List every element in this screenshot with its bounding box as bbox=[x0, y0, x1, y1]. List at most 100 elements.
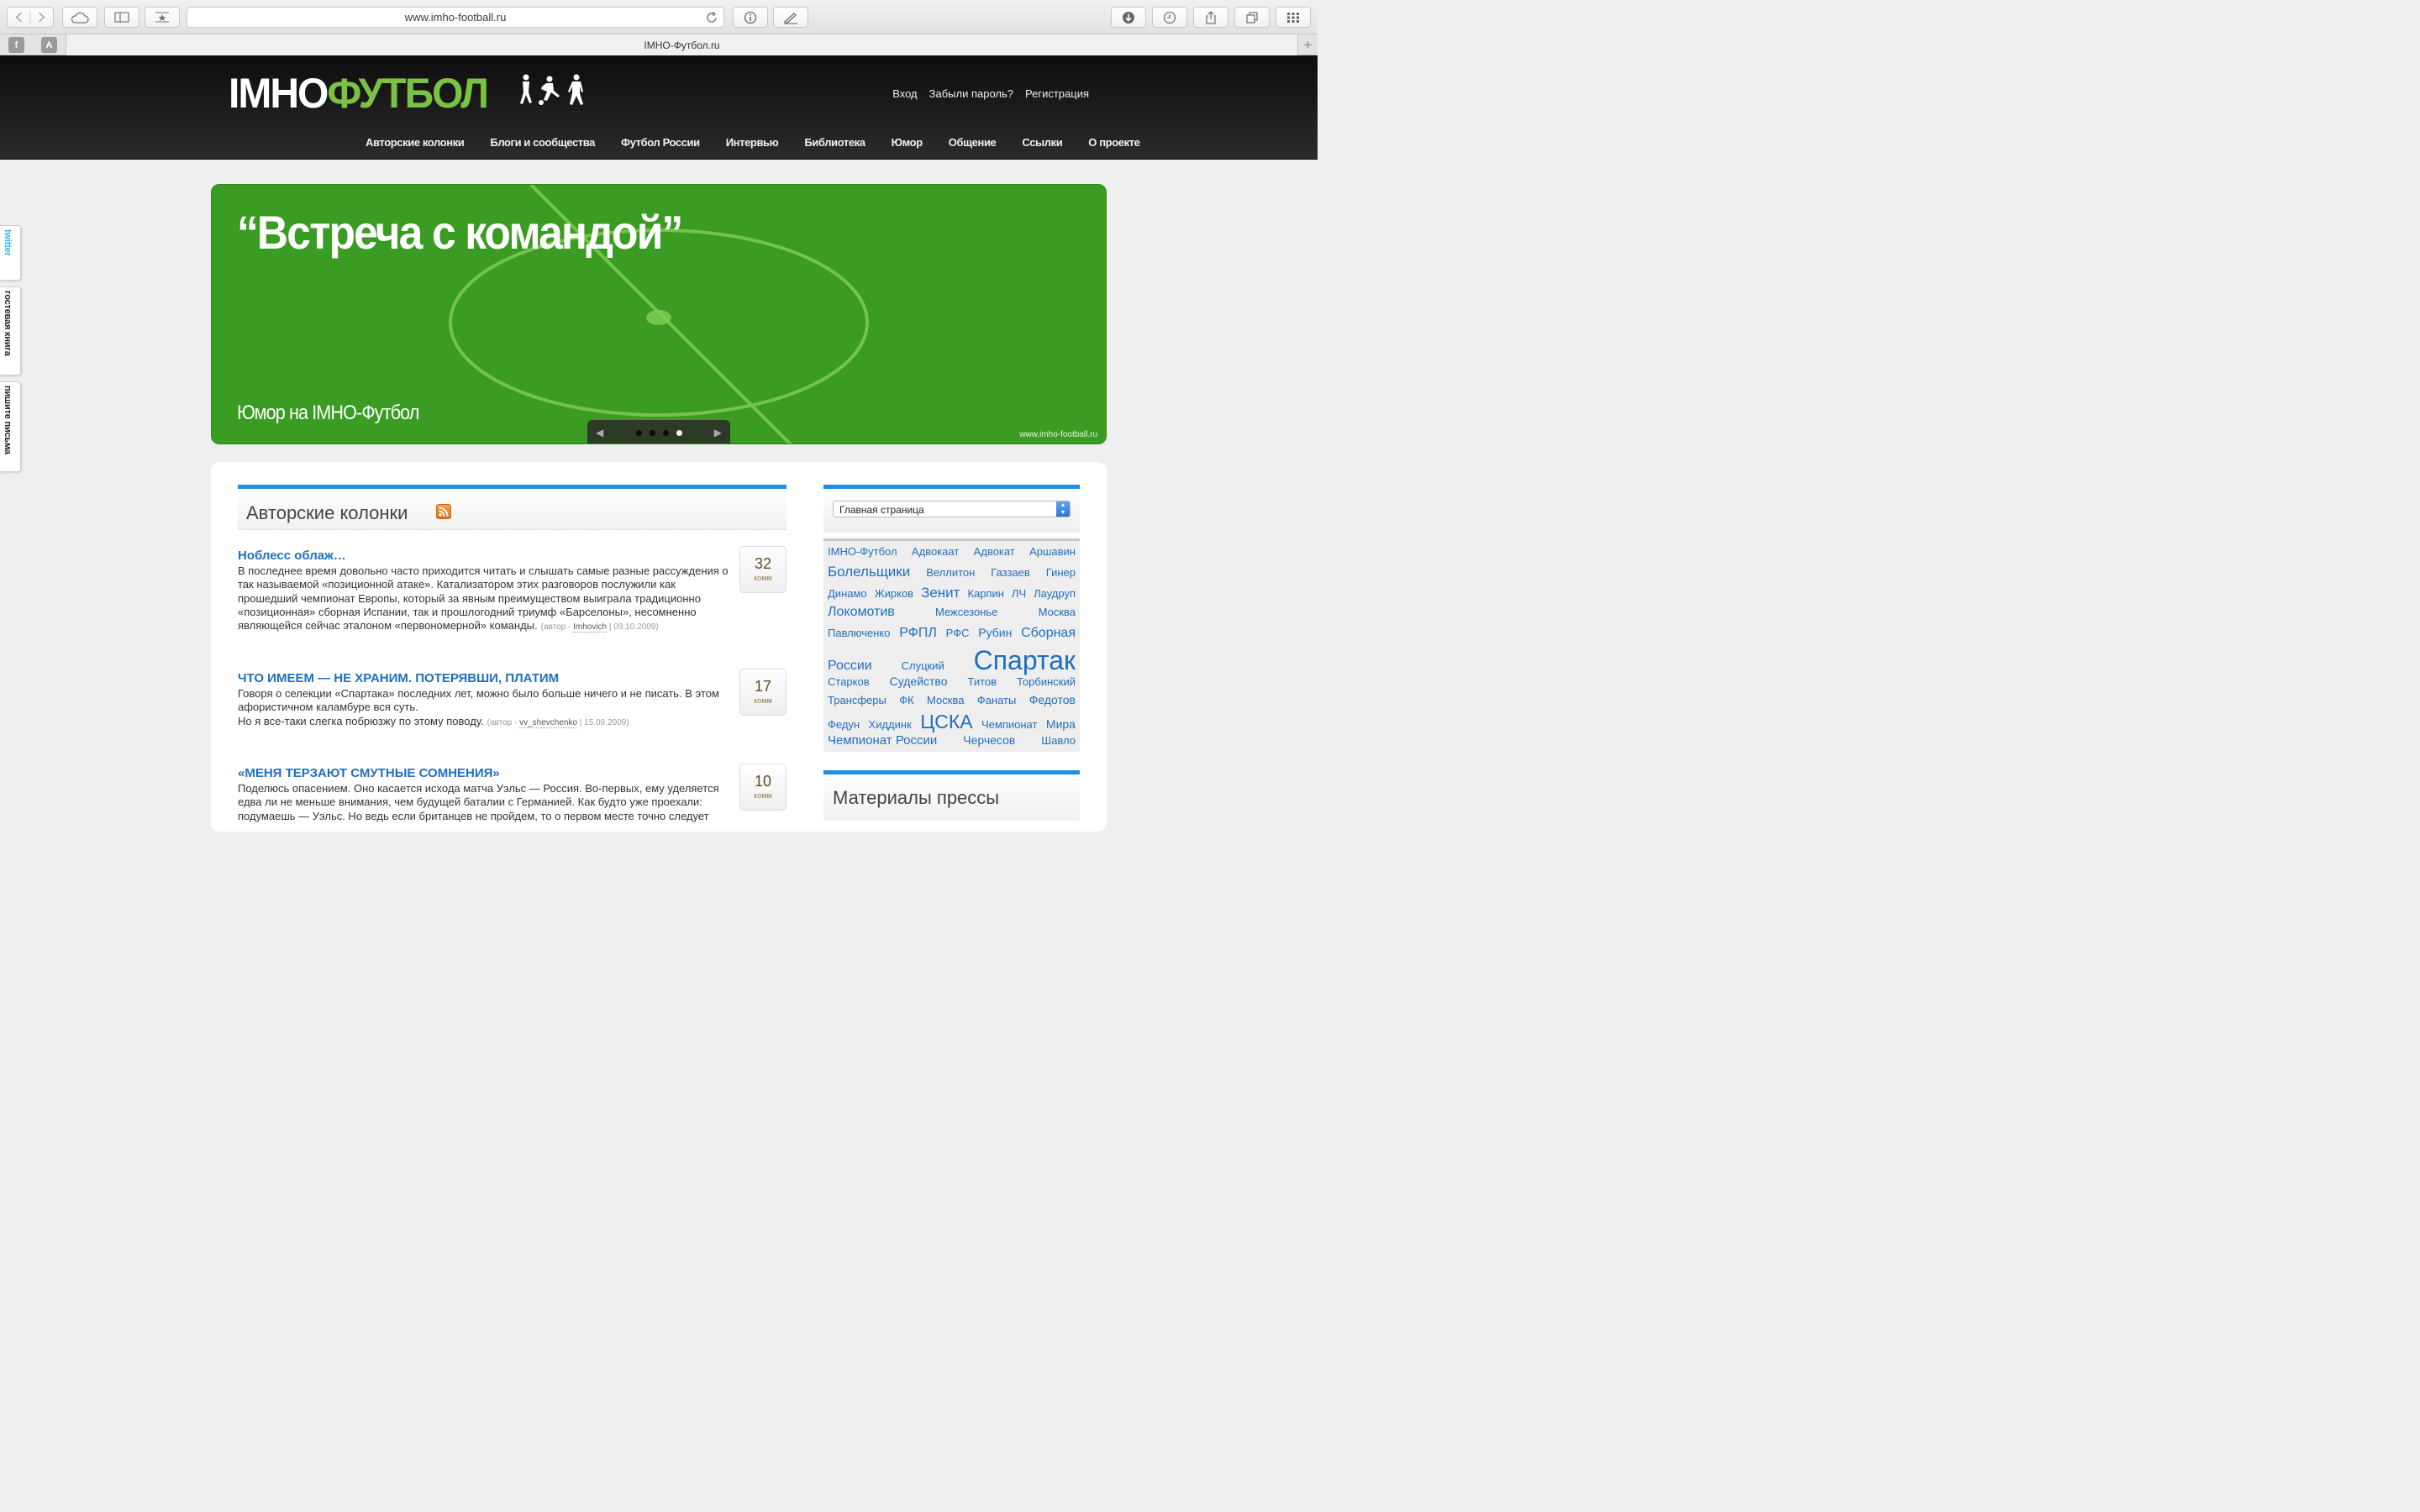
tag-link[interactable]: Сборная bbox=[1021, 627, 1076, 640]
slider-dot[interactable] bbox=[649, 429, 655, 436]
share-icon[interactable] bbox=[1193, 7, 1228, 28]
tag-link[interactable]: Фанаты bbox=[977, 695, 1017, 706]
tag-link[interactable]: ФК bbox=[899, 695, 913, 706]
slider-prev-icon[interactable]: ◀ bbox=[596, 427, 603, 438]
address-bar[interactable]: www.imho-football.ru bbox=[187, 7, 724, 28]
nav-item[interactable]: Футбол России bbox=[621, 136, 700, 149]
comments-count: 10 bbox=[754, 773, 772, 790]
tag-link[interactable]: Адвокаат bbox=[912, 546, 959, 557]
forgot-password-link[interactable]: Забыли пароль? bbox=[929, 87, 1013, 100]
active-tab[interactable]: IMHO-Футбол.ru bbox=[66, 34, 1298, 55]
pinned-tab-facebook[interactable]: f bbox=[8, 37, 24, 53]
tag-link[interactable]: Рубин bbox=[978, 627, 1012, 638]
tag-link[interactable]: Динамо bbox=[828, 588, 867, 599]
tag-link[interactable]: Карпин bbox=[967, 588, 1004, 599]
tag-link[interactable]: Черчесов bbox=[963, 734, 1015, 746]
tag-line: Болельщики Веллитон Газзаев Гинер bbox=[828, 564, 1076, 585]
tag-cloud-lines: IMHO-Футбол Адвокаат Адвокат Аршавин Болельщ… bbox=[828, 546, 1076, 753]
comments-badge[interactable]: 10 комм bbox=[739, 764, 786, 811]
twitter-side-tab[interactable]: twitter bbox=[0, 225, 21, 281]
tag-link[interactable]: Спартак bbox=[974, 647, 1076, 674]
extension-pencil-icon[interactable] bbox=[773, 7, 808, 28]
tab-title: IMHO-Футбол.ru bbox=[644, 39, 720, 51]
slider-next-icon[interactable]: ▶ bbox=[714, 427, 722, 438]
tag-link[interactable]: Слуцкий bbox=[902, 660, 944, 671]
article-item: Ноблесс облаж… В последнее время довольн… bbox=[238, 546, 786, 634]
tag-link[interactable]: Гинер bbox=[1046, 567, 1076, 578]
history-clock-icon[interactable] bbox=[1152, 7, 1187, 28]
tag-link[interactable]: Титов bbox=[967, 676, 997, 687]
downloads-icon[interactable] bbox=[1111, 7, 1146, 28]
nav-item[interactable]: Авторские колонки bbox=[366, 136, 465, 149]
slider-dot-active[interactable] bbox=[676, 429, 682, 436]
comments-badge[interactable]: 32 комм bbox=[739, 546, 786, 593]
section-select[interactable]: Главная страница ▲ ▼ bbox=[833, 501, 1071, 517]
tag-link[interactable]: Хиддинк bbox=[869, 719, 912, 730]
article-title[interactable]: Ноблесс облаж… bbox=[238, 549, 786, 564]
slider-dot[interactable] bbox=[662, 429, 669, 436]
tab-overview-icon[interactable] bbox=[1234, 7, 1270, 28]
apps-grid-icon[interactable] bbox=[1276, 7, 1311, 28]
tag-link[interactable]: Шавло bbox=[1041, 735, 1076, 746]
tag-link[interactable]: России bbox=[828, 659, 872, 673]
author-link[interactable]: Imhovich bbox=[573, 622, 608, 633]
slider-dot[interactable] bbox=[635, 429, 642, 436]
tag-link[interactable]: Жирков bbox=[875, 588, 913, 599]
write-letters-side-tab[interactable]: пишите письма bbox=[0, 381, 21, 472]
tag-link[interactable]: Болельщики bbox=[828, 564, 910, 579]
reload-icon[interactable] bbox=[705, 11, 718, 27]
tag-link[interactable]: IMHO-Футбол bbox=[828, 546, 897, 557]
pinned-tab-a[interactable]: A bbox=[41, 37, 57, 53]
author-link[interactable]: vv_shevchenko bbox=[519, 717, 578, 728]
tag-link[interactable]: Федун bbox=[828, 719, 860, 730]
nav-item[interactable]: Юмор bbox=[892, 136, 923, 149]
nav-item[interactable]: Ссылки bbox=[1022, 136, 1062, 149]
tag-link[interactable]: Межсезонье bbox=[935, 606, 997, 617]
tag-link[interactable]: Аршавин bbox=[1029, 546, 1076, 557]
tag-link[interactable]: Мира bbox=[1046, 718, 1076, 730]
tag-link[interactable]: Старков bbox=[828, 676, 870, 687]
tag-link[interactable]: Трансферы bbox=[828, 695, 886, 706]
sidebar-toggle-icon[interactable] bbox=[104, 7, 139, 28]
content-card: Авторские колонки Ноблесс облаж… В после… bbox=[211, 462, 1107, 832]
tag-link[interactable]: Чемпионат России bbox=[828, 734, 937, 747]
register-link[interactable]: Регистрация bbox=[1025, 87, 1089, 100]
tag-link[interactable]: Москва bbox=[927, 695, 964, 706]
tag-link[interactable]: Торбинский bbox=[1017, 676, 1076, 687]
tag-link[interactable]: Судейство bbox=[890, 675, 948, 687]
site-logo[interactable]: IMHOФУТБОЛ bbox=[229, 70, 489, 119]
tag-link[interactable]: РФПЛ bbox=[899, 627, 937, 640]
tag-link[interactable]: ЦСКА bbox=[920, 712, 972, 732]
tag-link[interactable]: ЛЧ bbox=[1012, 588, 1026, 599]
nav-item[interactable]: Блоги и сообщества bbox=[490, 136, 595, 149]
tag-link[interactable]: Адвокат bbox=[974, 546, 1015, 557]
tag-link[interactable]: Локомотив bbox=[828, 606, 895, 619]
nav-item[interactable]: Библиотека bbox=[804, 136, 865, 149]
tag-link[interactable]: Веллитон bbox=[926, 567, 975, 578]
back-forward-buttons[interactable] bbox=[7, 7, 54, 28]
select-arrows-icon: ▲ ▼ bbox=[1056, 501, 1070, 517]
reader-info-icon[interactable] bbox=[733, 7, 768, 28]
tag-link[interactable]: Федотов bbox=[1029, 694, 1076, 706]
top-sites-icon[interactable] bbox=[145, 7, 180, 28]
logo-right: ФУТБОЛ bbox=[327, 70, 489, 118]
icloud-tabs-icon[interactable] bbox=[62, 7, 97, 28]
tag-link[interactable]: Павлюченко bbox=[828, 627, 890, 638]
nav-item[interactable]: Интервью bbox=[726, 136, 779, 149]
article-title[interactable]: «МЕНЯ ТЕРЗАЮТ СМУТНЫЕ СОМНЕНИЯ» bbox=[238, 766, 786, 781]
new-tab-button[interactable]: + bbox=[1298, 34, 1318, 55]
tag-link[interactable]: Москва bbox=[1039, 606, 1076, 617]
comments-badge[interactable]: 17 комм bbox=[739, 669, 786, 716]
rss-icon[interactable] bbox=[436, 504, 451, 519]
nav-item[interactable]: О проекте bbox=[1088, 136, 1140, 149]
tag-link[interactable]: Газзаев bbox=[991, 567, 1030, 578]
guestbook-side-tab[interactable]: гостевая книга bbox=[0, 286, 21, 375]
tag-link[interactable]: РФС bbox=[946, 627, 970, 638]
nav-item[interactable]: Общение bbox=[949, 136, 997, 149]
tag-link[interactable]: Чемпионат bbox=[981, 719, 1037, 730]
login-link[interactable]: Вход bbox=[892, 87, 917, 100]
article-title[interactable]: ЧТО ИМЕЕМ — НЕ ХРАНИМ. ПОТЕРЯВШИ, ПЛАТИМ bbox=[238, 671, 786, 686]
hero-banner[interactable]: “Встреча с командой” Юмор на IMHO-Футбол… bbox=[211, 184, 1107, 444]
tag-link[interactable]: Лаудруп bbox=[1034, 588, 1076, 599]
tag-link[interactable]: Зенит bbox=[921, 585, 960, 600]
